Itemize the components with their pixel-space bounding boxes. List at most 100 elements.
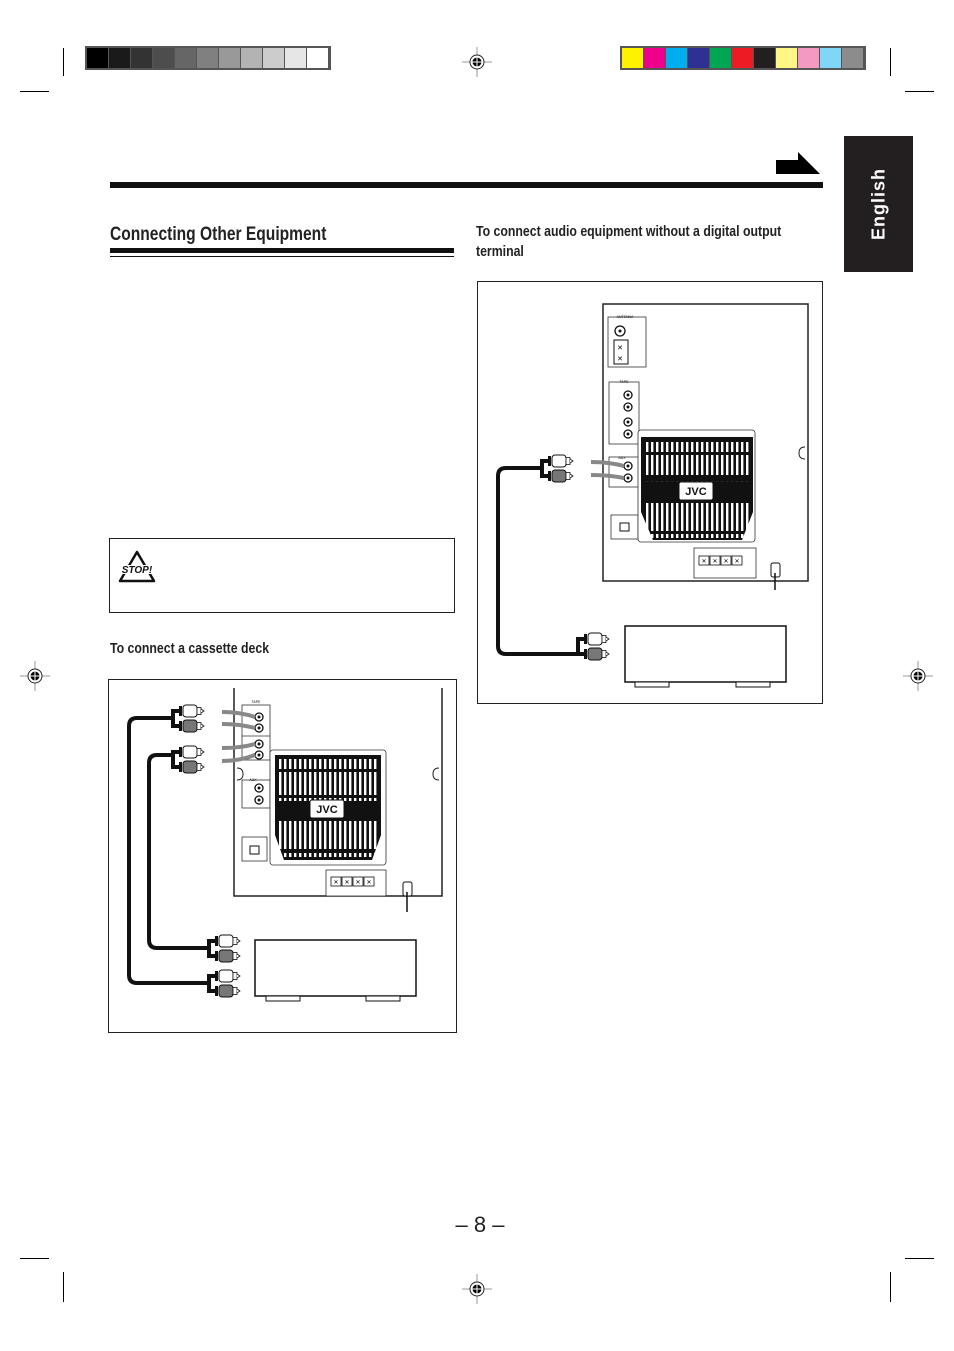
fin [661,534,664,538]
fin [651,503,654,531]
rca-plug [218,969,234,983]
color-swatch [798,48,819,68]
fin [706,442,709,452]
fin [656,503,659,531]
color-swatch [109,48,130,68]
color-swatch [710,48,731,68]
equipment-foot [634,681,670,688]
color-swatch [153,48,174,68]
fin [279,759,282,769]
fin [651,442,654,452]
fin [666,503,669,531]
crop-mark [20,91,49,92]
fin [349,759,352,769]
page-number: – 8 – [455,1212,505,1237]
fin [364,759,367,769]
rca-plug-collar [179,706,182,716]
svg-text:TAPE: TAPE [620,380,630,384]
fin [681,503,684,531]
fin [731,503,734,531]
fin [324,772,327,795]
color-swatch [666,48,687,68]
fin [334,821,337,849]
fin [294,853,297,857]
fin [364,853,367,857]
aux-jack-block [608,456,640,488]
color-swatch [688,48,709,68]
fin [299,798,302,801]
registration-mark-icon [20,661,50,691]
fin [711,442,714,452]
fin [369,772,372,795]
fin [304,798,307,801]
fin [319,772,322,795]
fin [701,503,704,531]
fin [726,442,729,452]
fin [736,534,739,538]
svg-text:✕: ✕ [617,345,623,352]
fin [349,853,352,857]
crop-mark [20,1258,49,1259]
crop-mark [905,91,934,92]
fin [314,772,317,795]
fin [681,455,684,475]
svg-text:✕: ✕ [712,559,717,565]
fin [369,759,372,769]
fin [721,534,724,538]
fin [701,455,704,475]
fin [324,853,327,857]
rca-plug [587,647,603,661]
fin [304,759,307,769]
rca-plug-collar [548,471,551,481]
rca-plug-collar [179,721,182,731]
fin [671,442,674,452]
title-rule-thin [110,256,454,257]
audio-cable [496,466,578,656]
fin [646,442,649,452]
fin [299,759,302,769]
antenna-label: ANTENNA [617,315,634,319]
fin [304,821,307,849]
fin [364,798,367,801]
color-swatch [285,48,306,68]
fin [666,455,669,475]
fin [686,442,689,452]
fin [289,798,292,801]
brand-logo: JVC [316,804,337,816]
color-swatch [820,48,841,68]
tape-label: TAPE [252,700,262,704]
fin [676,442,679,452]
fin [696,534,699,538]
fin [651,455,654,475]
svg-text:✕: ✕ [617,356,623,363]
fin [294,759,297,769]
analog-connection-figure: ANTENNA ✕ ✕ TAPE AUX JVC ✕ ✕ ✕ ✕ [477,281,823,704]
svg-text:✕: ✕ [701,559,706,565]
cassette-heading: To connect a cassette deck [110,640,270,657]
optical-port [249,845,260,855]
fin [661,442,664,452]
svg-text:✕: ✕ [366,880,371,886]
cassette-deck [254,939,417,997]
rca-plug-collar [215,986,218,996]
header-rule [110,182,823,188]
fin [646,455,649,475]
optical-port [619,522,630,532]
fin [369,821,372,849]
fin [731,455,734,475]
fin [691,442,694,452]
fin [344,772,347,795]
equipment-foot [735,681,771,688]
fin [661,503,664,531]
fin [339,759,342,769]
fin [314,853,317,857]
fin [671,503,674,531]
fin [741,534,744,538]
aux-label: AUX [249,778,257,782]
fin [354,772,357,795]
fin [716,455,719,475]
fin [329,772,332,795]
fin [279,853,282,857]
fin [284,853,287,857]
fin [279,798,282,801]
